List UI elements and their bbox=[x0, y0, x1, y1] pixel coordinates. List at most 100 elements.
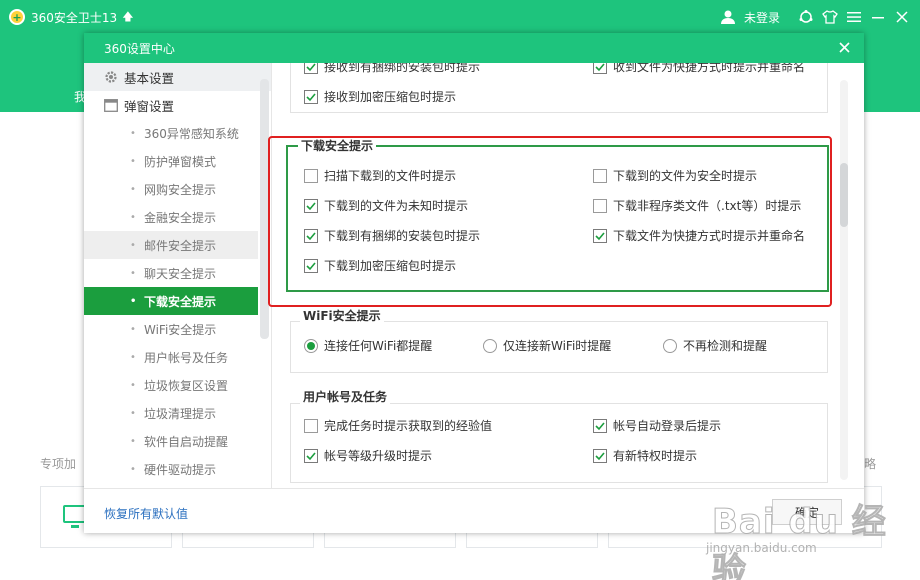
content-scrollbar-track[interactable] bbox=[840, 80, 848, 480]
app-titlebar-controls: 未登录 bbox=[716, 0, 920, 34]
option-receive-archive[interactable]: 接收到加密压缩包时提示 bbox=[304, 88, 456, 105]
bullet-icon: • bbox=[130, 183, 136, 195]
content-scrollbar-thumb[interactable] bbox=[840, 163, 848, 227]
dialog-title: 360设置中心 bbox=[104, 41, 175, 56]
checkbox[interactable] bbox=[304, 448, 318, 463]
bullet-icon: • bbox=[130, 323, 136, 335]
account-section-title: 用户帐号及任务 bbox=[300, 388, 391, 405]
sidebar-item-popup-mode[interactable]: • 防护弹窗模式 bbox=[84, 147, 258, 175]
option-task-exp[interactable]: 完成任务时提示获取到的经验值 bbox=[304, 417, 492, 434]
option-label: 仅连接新WiFi时提醒 bbox=[503, 339, 612, 353]
sidebar-item-chat[interactable]: • 聊天安全提示 bbox=[84, 259, 258, 287]
bullet-icon: • bbox=[130, 127, 136, 139]
sidebar-item-label: 垃圾清理提示 bbox=[144, 406, 217, 421]
radio[interactable] bbox=[663, 338, 677, 353]
option-wifi-any[interactable]: 连接任何WiFi都提醒 bbox=[304, 337, 432, 354]
bullet-icon: • bbox=[130, 435, 136, 447]
sidebar-item-label: 硬件驱动提示 bbox=[144, 462, 217, 477]
app-section-link[interactable]: 略 bbox=[864, 455, 876, 472]
close-icon bbox=[838, 41, 850, 53]
bullet-icon: • bbox=[130, 463, 136, 475]
bullet-icon: • bbox=[130, 267, 136, 279]
bullet-icon: • bbox=[130, 379, 136, 391]
app-titlebar: + 360安全卫士13 🡅 未登录 bbox=[0, 0, 920, 34]
skin-icon[interactable] bbox=[794, 0, 818, 34]
option-auto-login[interactable]: 帐号自动登录后提示 bbox=[593, 417, 721, 434]
sidebar-item-anomaly[interactable]: • 360异常感知系统 bbox=[84, 119, 258, 147]
check-icon bbox=[595, 451, 605, 460]
sidebar-item-label: 金融安全提示 bbox=[144, 210, 217, 225]
menu-icon[interactable] bbox=[842, 0, 866, 34]
bullet-icon: • bbox=[130, 239, 136, 251]
sidebar-item-cleanup[interactable]: • 垃圾清理提示 bbox=[84, 399, 258, 427]
checkbox[interactable] bbox=[304, 89, 318, 104]
watermark-url: jingyan.baidu.com bbox=[706, 541, 817, 555]
option-receive-shortcut[interactable]: 收到文件为快捷方式时提示并重命名 bbox=[593, 63, 805, 75]
option-receive-bundle[interactable]: 接收到有捆绑的安装包时提示 bbox=[304, 63, 480, 75]
check-icon bbox=[595, 63, 605, 71]
sidebar-item-label: 垃圾恢复区设置 bbox=[144, 378, 229, 393]
check-icon bbox=[306, 451, 316, 460]
option-label: 连接任何WiFi都提醒 bbox=[324, 339, 433, 353]
option-wifi-none[interactable]: 不再检测和提醒 bbox=[663, 337, 767, 354]
bullet-icon: • bbox=[130, 295, 137, 307]
restore-defaults-link[interactable]: 恢复所有默认值 bbox=[104, 505, 188, 522]
sidebar-item-label: 聊天安全提示 bbox=[144, 266, 217, 281]
sidebar-item-mail[interactable]: • 邮件安全提示 bbox=[84, 231, 258, 259]
shirt-icon[interactable] bbox=[818, 0, 842, 34]
sidebar-item-autostart[interactable]: • 软件自启动提醒 bbox=[84, 427, 258, 455]
checkbox[interactable] bbox=[304, 63, 318, 74]
option-label: 帐号自动登录后提示 bbox=[613, 419, 722, 433]
checkbox[interactable] bbox=[593, 448, 607, 463]
check-icon bbox=[306, 92, 316, 101]
sidebar-item-shopping[interactable]: • 网购安全提示 bbox=[84, 175, 258, 203]
option-wifi-new[interactable]: 仅连接新WiFi时提醒 bbox=[483, 337, 611, 354]
sidebar-item-wifi[interactable]: • WiFi安全提示 bbox=[84, 315, 258, 343]
settings-sidebar: 基本设置 弹窗设置 • 360异常感知系统 • 防护弹窗模式 • 网购安全提示 • 金融… bbox=[84, 63, 272, 488]
sidebar-item-trash-restore[interactable]: • 垃圾恢复区设置 bbox=[84, 371, 258, 399]
window-icon bbox=[104, 98, 118, 112]
option-level-up[interactable]: 帐号等级升级时提示 bbox=[304, 447, 432, 464]
bullet-icon: • bbox=[130, 351, 136, 363]
check-icon bbox=[595, 421, 605, 430]
checkbox[interactable] bbox=[593, 418, 607, 433]
sidebar-item-account[interactable]: • 用户帐号及任务 bbox=[84, 343, 258, 371]
option-label: 接收到有捆绑的安装包时提示 bbox=[324, 63, 481, 74]
option-label: 收到文件为快捷方式时提示并重命名 bbox=[613, 63, 806, 74]
highlight-frame bbox=[268, 136, 832, 307]
dialog-close-button[interactable] bbox=[834, 37, 854, 57]
sidebar-item-label: 网购安全提示 bbox=[144, 182, 217, 197]
wifi-section-title: WiFi安全提示 bbox=[300, 307, 384, 324]
option-label: 帐号等级升级时提示 bbox=[324, 449, 433, 463]
bullet-icon: • bbox=[130, 155, 136, 167]
minimize-icon[interactable] bbox=[866, 0, 890, 34]
sidebar-item-label: WiFi安全提示 bbox=[144, 322, 217, 337]
bullet-icon: • bbox=[130, 407, 136, 419]
sidebar-group-basic[interactable]: 基本设置 bbox=[84, 63, 271, 91]
sidebar-item-label: 邮件安全提示 bbox=[144, 238, 217, 253]
check-icon bbox=[306, 63, 316, 71]
user-icon[interactable] bbox=[716, 0, 740, 34]
dialog-titlebar: 360设置中心 bbox=[84, 33, 864, 63]
sidebar-group-label: 弹窗设置 bbox=[124, 98, 175, 114]
sidebar-group-popup[interactable]: 弹窗设置 bbox=[84, 91, 271, 119]
option-label: 完成任务时提示获取到的经验值 bbox=[324, 419, 493, 433]
sidebar-item-finance[interactable]: • 金融安全提示 bbox=[84, 203, 258, 231]
sidebar-item-download[interactable]: • 下载安全提示 bbox=[84, 287, 258, 315]
app-logo-icon: + bbox=[9, 9, 25, 25]
upgrade-arrow-icon[interactable]: 🡅 bbox=[122, 8, 133, 27]
option-new-privilege[interactable]: 有新特权时提示 bbox=[593, 447, 697, 464]
sidebar-group-label: 基本设置 bbox=[124, 70, 175, 86]
app-title: 360安全卫士13 bbox=[31, 10, 118, 25]
sidebar-item-label: 防护弹窗模式 bbox=[144, 154, 217, 169]
app-section-label: 专项加 bbox=[40, 457, 77, 471]
option-label: 有新特权时提示 bbox=[613, 449, 698, 463]
window-close-icon[interactable] bbox=[890, 0, 914, 34]
checkbox[interactable] bbox=[593, 63, 607, 74]
login-link[interactable]: 未登录 bbox=[744, 9, 780, 26]
radio[interactable] bbox=[304, 338, 318, 353]
sidebar-item-driver[interactable]: • 硬件驱动提示 bbox=[84, 455, 258, 483]
option-label: 不再检测和提醒 bbox=[683, 339, 768, 353]
checkbox[interactable] bbox=[304, 418, 318, 433]
radio[interactable] bbox=[483, 338, 497, 353]
